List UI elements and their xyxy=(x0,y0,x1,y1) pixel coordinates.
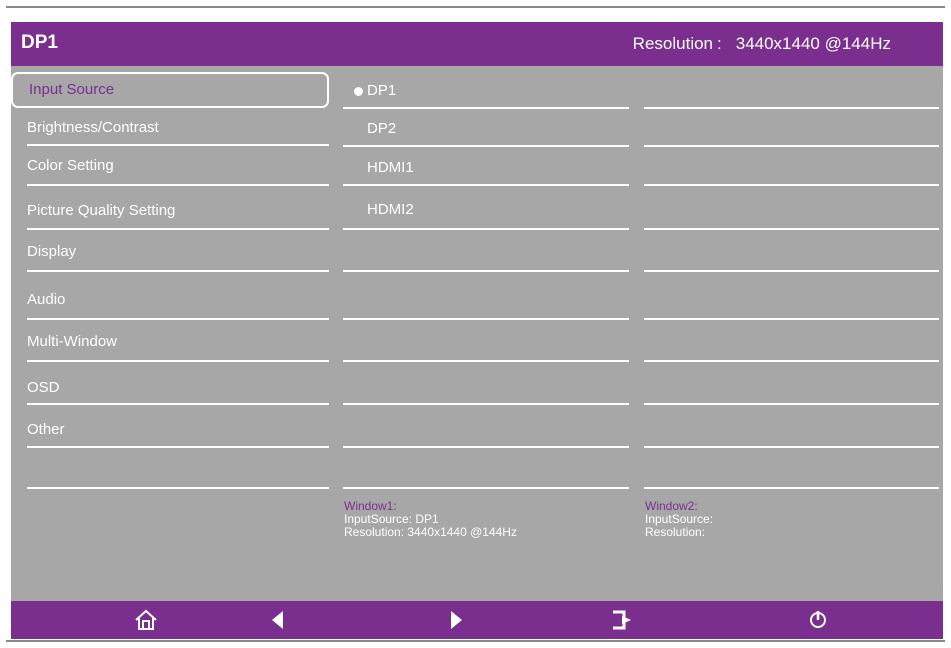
resolution-value: 3440x1440 @144Hz xyxy=(735,34,891,53)
menu-item-label: Input Source xyxy=(29,81,115,98)
submenu-item-dp2[interactable]: DP2 xyxy=(367,119,396,139)
submenu-divider xyxy=(343,228,629,230)
resolution-display: Resolution:3440x1440 @144Hz xyxy=(632,34,891,53)
submenu-divider xyxy=(343,107,629,109)
resolution-label: Resolution xyxy=(632,34,713,53)
osd-header: DP1 Resolution:3440x1440 @144Hz xyxy=(11,22,943,66)
submenu-divider xyxy=(343,318,629,320)
menu-item-label: Color Setting xyxy=(27,157,114,174)
menu-item-osd[interactable]: OSD xyxy=(27,378,329,398)
menu-divider xyxy=(27,360,329,362)
submenu-divider xyxy=(343,446,629,448)
menu-item-color-setting[interactable]: Color Setting xyxy=(27,156,329,176)
submenu-divider xyxy=(343,487,629,489)
menu-item-display[interactable]: Display xyxy=(27,242,329,262)
submenu-divider xyxy=(343,270,629,272)
menu-divider xyxy=(27,270,329,272)
value-divider xyxy=(644,270,939,272)
selected-radio-icon xyxy=(354,87,363,96)
osd-panel: Input Source Brightness/Contrast Color S… xyxy=(11,66,943,601)
value-divider xyxy=(644,228,939,230)
menu-item-label: Other xyxy=(27,421,65,438)
window1-info: Window1: InputSource: DP1 Resolution: 34… xyxy=(344,500,517,539)
menu-item-label: Multi-Window xyxy=(27,333,118,350)
menu-divider xyxy=(27,403,329,405)
submenu-divider xyxy=(343,184,629,186)
top-border-line xyxy=(6,6,945,8)
menu-item-label: Display xyxy=(27,243,77,260)
value-divider xyxy=(644,145,939,147)
menu-divider xyxy=(27,228,329,230)
menu-item-other[interactable]: Other xyxy=(27,420,329,440)
value-divider xyxy=(644,318,939,320)
window2-info: Window2: InputSource: Resolution: xyxy=(645,500,713,539)
menu-divider xyxy=(27,184,329,186)
menu-item-label: Brightness/Contrast xyxy=(27,119,159,136)
menu-divider xyxy=(27,446,329,448)
menu-item-picture-quality-setting[interactable]: Picture Quality Setting xyxy=(27,201,329,221)
value-divider xyxy=(644,184,939,186)
value-divider xyxy=(644,446,939,448)
power-icon[interactable] xyxy=(806,608,830,632)
bottom-border-line xyxy=(6,640,945,642)
menu-divider xyxy=(27,318,329,320)
left-arrow-icon[interactable] xyxy=(266,608,290,632)
submenu-divider xyxy=(343,403,629,405)
submenu-item-dp1[interactable]: DP1 xyxy=(367,81,396,101)
menu-item-brightness-contrast[interactable]: Brightness/Contrast xyxy=(27,118,329,138)
menu-item-label: Picture Quality Setting xyxy=(27,202,176,219)
menu-divider xyxy=(27,144,329,146)
submenu-item-hdmi1[interactable]: HDMI1 xyxy=(367,158,414,178)
current-input-title: DP1 xyxy=(21,32,58,53)
submenu-item-hdmi2[interactable]: HDMI2 xyxy=(367,200,414,220)
value-divider xyxy=(644,107,939,109)
menu-item-label: Audio xyxy=(27,291,66,308)
value-divider xyxy=(644,403,939,405)
menu-item-multi-window[interactable]: Multi-Window xyxy=(27,332,329,352)
submenu-divider xyxy=(343,360,629,362)
value-divider xyxy=(644,360,939,362)
osd-footer xyxy=(11,601,943,639)
exit-icon[interactable] xyxy=(610,608,634,632)
window1-resolution: Resolution: 3440x1440 @144Hz xyxy=(344,525,517,539)
home-icon[interactable] xyxy=(134,608,158,632)
value-divider xyxy=(644,487,939,489)
submenu-divider xyxy=(343,145,629,147)
menu-item-label: OSD xyxy=(27,379,60,396)
right-arrow-icon[interactable] xyxy=(444,608,468,632)
menu-item-audio[interactable]: Audio xyxy=(27,290,329,310)
menu-item-input-source[interactable]: Input Source xyxy=(11,72,329,108)
menu-divider xyxy=(27,487,329,489)
window2-resolution: Resolution: xyxy=(645,525,706,539)
